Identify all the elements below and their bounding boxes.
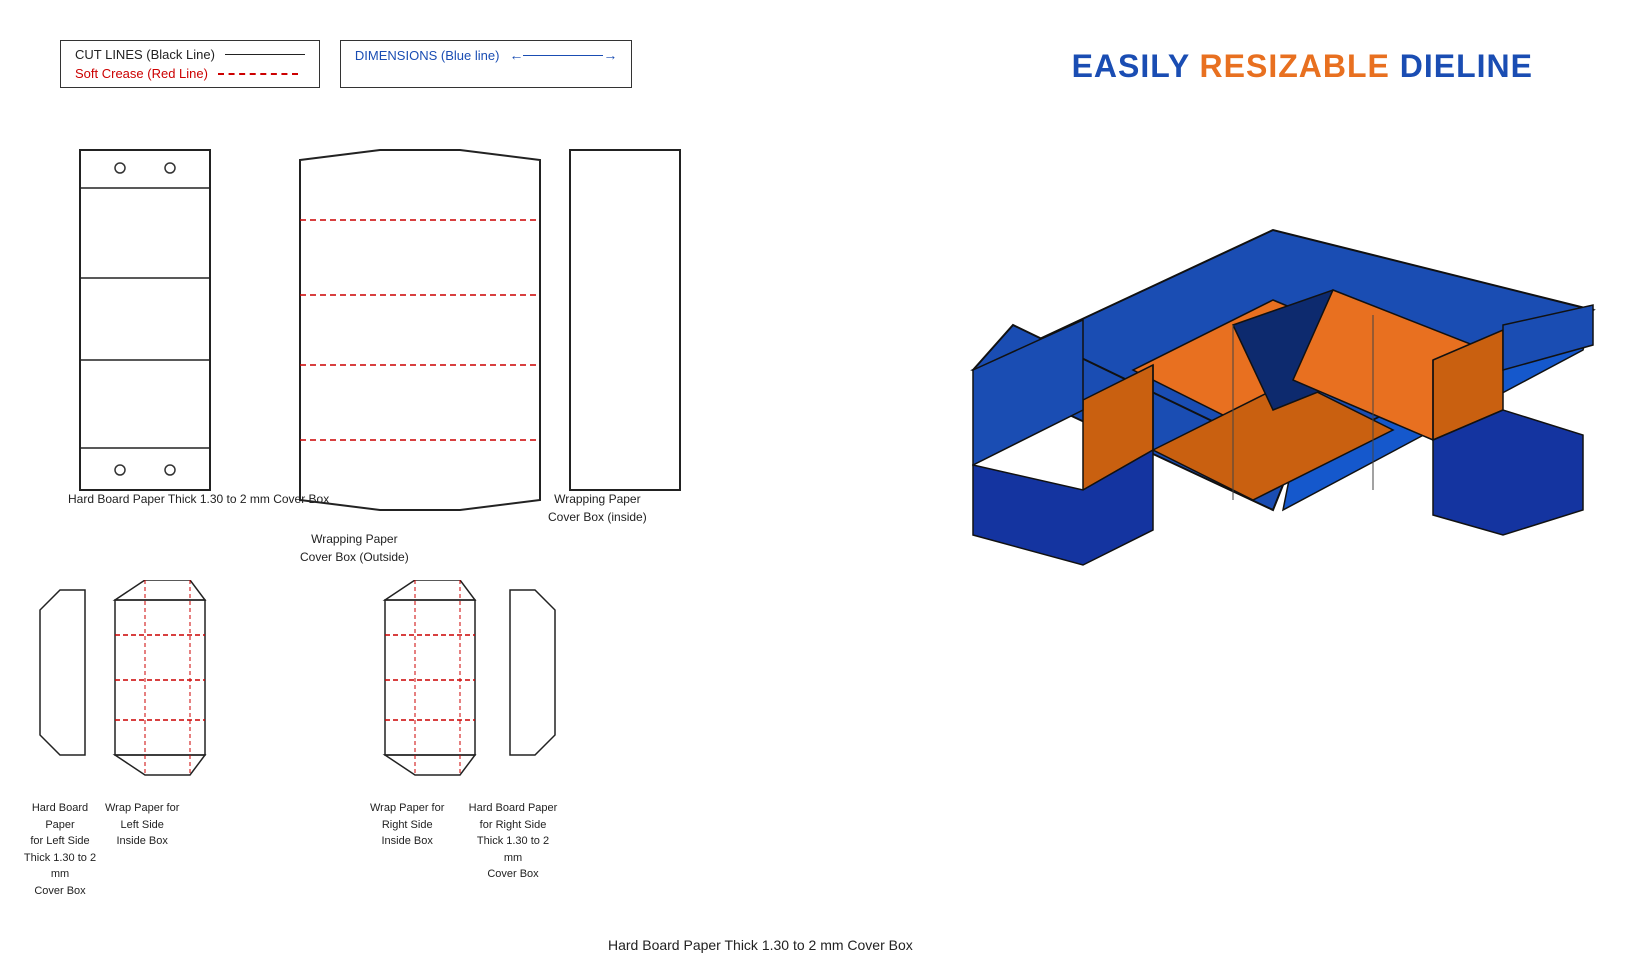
wrap-inside-caption: Wrapping PaperCover Box (inside)	[548, 490, 647, 526]
legend-area: CUT LINES (Black Line) Soft Crease (Red …	[60, 40, 632, 88]
dimensions-label: DIMENSIONS (Blue line)	[355, 48, 499, 63]
cut-lines-legend: CUT LINES (Black Line) Soft Crease (Red …	[60, 40, 320, 88]
bottom-wrap-right-caption: Wrap Paper forRight SideInside Box	[370, 800, 444, 850]
title-resizable: RESIZABLE	[1200, 48, 1390, 84]
title-dieline: DIELINE	[1400, 48, 1533, 84]
solid-line-icon	[225, 54, 305, 56]
3d-visualization	[953, 170, 1603, 730]
dashed-line-icon	[218, 73, 298, 75]
cut-lines-row: CUT LINES (Black Line)	[75, 47, 305, 62]
soft-crease-row: Soft Crease (Red Line)	[75, 66, 305, 81]
cut-lines-label: CUT LINES (Black Line)	[75, 47, 215, 62]
hardboard-caption: Hard Board Paper Thick 1.30 to 2 mm Cove…	[68, 490, 329, 508]
arrow-line-icon	[509, 47, 617, 63]
dimensions-row: DIMENSIONS (Blue line)	[355, 47, 617, 63]
bottom-hb-left-caption: Hard Board Paperfor Left SideThick 1.30 …	[20, 800, 100, 899]
page-title: EASILY RESIZABLE DIELINE	[1072, 48, 1533, 85]
bottom-wrap-left-caption: Wrap Paper forLeft SideInside Box	[105, 800, 179, 850]
bottom-dieline-drawings	[30, 580, 670, 780]
soft-crease-label: Soft Crease (Red Line)	[75, 66, 208, 81]
cover-box-label: Hard Board Paper Thick 1.30 to 2 mm Cove…	[608, 937, 913, 953]
bottom-hb-right-caption: Hard Board Paperfor Right SideThick 1.30…	[468, 800, 558, 883]
title-easily: EASILY	[1072, 48, 1190, 84]
wrap-outside-caption: Wrapping PaperCover Box (Outside)	[300, 530, 409, 566]
dimensions-legend: DIMENSIONS (Blue line)	[340, 40, 632, 88]
